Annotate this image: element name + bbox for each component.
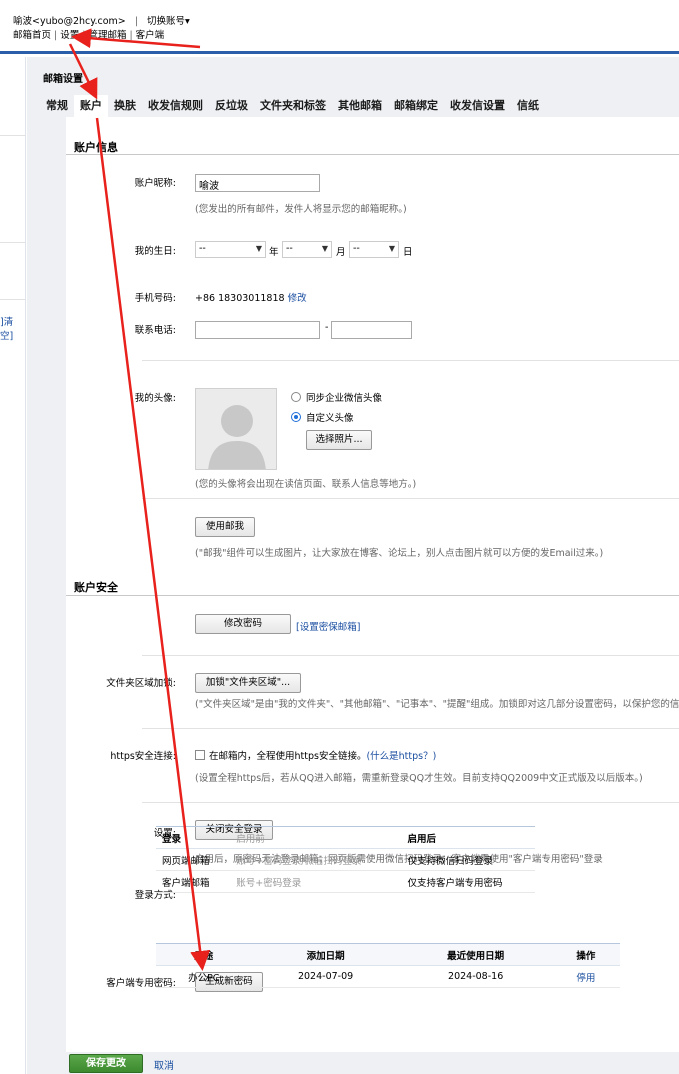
avatar-hint: (您的头像将会出现在读信页面、联系人信息等地方。) bbox=[195, 479, 417, 490]
birth-day-select[interactable]: -- ▼ bbox=[349, 241, 399, 258]
nav-manage-mail[interactable]: 管理邮箱 bbox=[88, 30, 126, 41]
tab-general[interactable]: 常规 bbox=[40, 95, 74, 117]
birthday-label: 我的生日: bbox=[134, 246, 176, 257]
nav-settings[interactable]: 设置 bbox=[60, 30, 79, 41]
radio-sync-label: 同步企业微信头像 bbox=[306, 393, 383, 404]
radio-sync-avatar[interactable] bbox=[291, 392, 301, 402]
table-row: 网页端邮箱 账号+密码登录/微信扫码登录 仅支持微信扫码登录 bbox=[156, 848, 535, 871]
https-checkbox-label: 在邮箱内，全程使用https安全链接。(什么是https？) bbox=[209, 751, 437, 762]
mobile-value: +86 18303011818 修改 bbox=[195, 293, 307, 304]
save-button[interactable]: 保存更改 bbox=[69, 1054, 143, 1073]
nickname-hint: (您发出的所有邮件，发件人将显示您的邮箱昵称。) bbox=[195, 204, 407, 215]
https-hint: (设置全程https后，若从QQ进入邮箱，需重新登录QQ才生效。目前支持QQ20… bbox=[195, 773, 643, 784]
radio-custom-avatar[interactable] bbox=[291, 412, 301, 422]
phone-separator: - bbox=[325, 322, 329, 333]
tab-skin[interactable]: 换肤 bbox=[108, 95, 142, 117]
table-header: 用途 bbox=[156, 943, 252, 966]
client-password-table: 用途 添加日期 最近使用日期 操作 办公PC 2024-07-09 2024-0… bbox=[156, 943, 620, 988]
section-account-security: 账户安全 bbox=[74, 581, 118, 594]
mobile-label: 手机号码: bbox=[134, 293, 176, 304]
table-header: 最近使用日期 bbox=[399, 943, 552, 966]
login-method-table: 登录 启用前 启用后 网页端邮箱 账号+密码登录/微信扫码登录 仅支持微信扫码登… bbox=[156, 826, 535, 893]
phone-number-input[interactable] bbox=[331, 321, 412, 339]
account-panel: 账户信息 账户昵称: 喻波 (您发出的所有邮件，发件人将显示您的邮箱昵称。) 我… bbox=[66, 117, 679, 1057]
folder-lock-label: 文件夹区域加锁: bbox=[106, 678, 176, 689]
left-divider bbox=[0, 299, 26, 300]
avatar-image bbox=[195, 388, 277, 470]
user-email: 喻波<yubo@2hcy.com> bbox=[13, 16, 126, 27]
table-header: 启用前 bbox=[230, 826, 402, 849]
mailme-hint: ("邮我"组件可以生成图片，让大家放在博客、论坛上，别人点击图片就可以方便的发E… bbox=[195, 548, 604, 559]
day-unit: 日 bbox=[403, 247, 413, 258]
table-row: 客户端邮箱 账号+密码登录 仅支持客户端专用密码 bbox=[156, 870, 535, 893]
nav-mail-home[interactable]: 邮箱首页 bbox=[13, 30, 51, 41]
section-account-info: 账户信息 bbox=[74, 141, 118, 154]
left-panel: ]清空] bbox=[0, 57, 26, 1074]
bottom-bar: 保存更改 取消 bbox=[66, 1052, 679, 1074]
tab-mail-binding[interactable]: 邮箱绑定 bbox=[388, 95, 444, 117]
https-checkbox[interactable] bbox=[195, 750, 205, 760]
cancel-link[interactable]: 取消 bbox=[154, 1057, 174, 1072]
clear-link[interactable]: ]清空] bbox=[0, 314, 25, 342]
month-unit: 月 bbox=[336, 247, 346, 258]
choose-photo-button[interactable]: 选择照片... bbox=[306, 430, 372, 450]
nav-client[interactable]: 客户端 bbox=[136, 30, 165, 41]
year-unit: 年 bbox=[269, 247, 279, 258]
setting-label: 设置: bbox=[153, 828, 176, 839]
table-header: 启用后 bbox=[401, 826, 535, 849]
table-header: 添加日期 bbox=[251, 943, 400, 966]
nickname-input[interactable]: 喻波 bbox=[195, 174, 320, 192]
table-header: 登录 bbox=[156, 826, 231, 849]
settings-title: 邮箱设置 bbox=[43, 74, 83, 85]
phone-label: 联系电话: bbox=[134, 325, 176, 336]
table-header: 操作 bbox=[551, 943, 620, 966]
login-method-label: 登录方式: bbox=[134, 890, 176, 901]
tab-mail-rules[interactable]: 收发信规则 bbox=[142, 95, 209, 117]
tab-anti-spam[interactable]: 反垃圾 bbox=[209, 95, 254, 117]
tab-stationery[interactable]: 信纸 bbox=[511, 95, 545, 117]
mobile-modify-link[interactable]: 修改 bbox=[288, 293, 307, 304]
tab-folders-tags[interactable]: 文件夹和标签 bbox=[254, 95, 332, 117]
client-password-label: 客户端专用密码: bbox=[106, 978, 176, 989]
disable-password-link[interactable]: 停用 bbox=[551, 965, 620, 988]
left-divider bbox=[0, 242, 26, 243]
nickname-label: 账户昵称: bbox=[134, 178, 176, 189]
birth-month-select[interactable]: -- ▼ bbox=[282, 241, 332, 258]
tab-send-receive[interactable]: 收发信设置 bbox=[444, 95, 511, 117]
use-mailme-button[interactable]: 使用邮我 bbox=[195, 517, 255, 537]
avatar-label: 我的头像: bbox=[134, 393, 176, 404]
switch-account-link[interactable]: 切换账号▾ bbox=[147, 16, 190, 27]
chevron-down-icon: ▼ bbox=[321, 244, 328, 253]
tab-other-mail[interactable]: 其他邮箱 bbox=[332, 95, 388, 117]
security-email-link[interactable]: [设置密保邮箱] bbox=[296, 619, 360, 633]
avatar-placeholder-icon bbox=[196, 389, 276, 469]
left-divider bbox=[0, 135, 26, 136]
top-bar: 喻波<yubo@2hcy.com> | 切换账号▾ 邮箱首页 | 设置 | 管理邮箱 | 客… bbox=[0, 0, 679, 54]
change-password-button[interactable]: 修改密码 bbox=[195, 614, 291, 634]
https-what-link[interactable]: (什么是https？) bbox=[366, 751, 436, 762]
phone-area-input[interactable] bbox=[195, 321, 320, 339]
radio-custom-label: 自定义头像 bbox=[306, 413, 354, 424]
user-line: 喻波<yubo@2hcy.com> | 切换账号▾ bbox=[13, 13, 190, 27]
top-nav: 邮箱首页 | 设置 | 管理邮箱 | 客户端 bbox=[13, 30, 165, 41]
table-row: 办公PC 2024-07-09 2024-08-16 停用 bbox=[156, 965, 620, 988]
tab-account[interactable]: 账户 bbox=[74, 95, 108, 117]
settings-tabs: 常规 账户 换肤 收发信规则 反垃圾 文件夹和标签 其他邮箱 邮箱绑定 收发信设置 信纸 bbox=[40, 95, 545, 117]
settings-main: 邮箱设置 常规 账户 换肤 收发信规则 反垃圾 文件夹和标签 其他邮箱 邮箱绑定 收发信设置 信纸… bbox=[27, 57, 679, 1074]
chevron-down-icon: ▼ bbox=[388, 244, 395, 253]
folder-lock-button[interactable]: 加锁"文件夹区域"... bbox=[195, 673, 301, 693]
https-label: https安全连接: bbox=[110, 751, 176, 762]
folder-lock-hint: ("文件夹区域"是由"我的文件夹"、"其他邮箱"、"记事本"、"提醒"组成。加锁… bbox=[195, 699, 679, 710]
separator: | bbox=[134, 16, 139, 27]
birth-year-select[interactable]: -- ▼ bbox=[195, 241, 266, 258]
chevron-down-icon: ▼ bbox=[255, 244, 262, 253]
